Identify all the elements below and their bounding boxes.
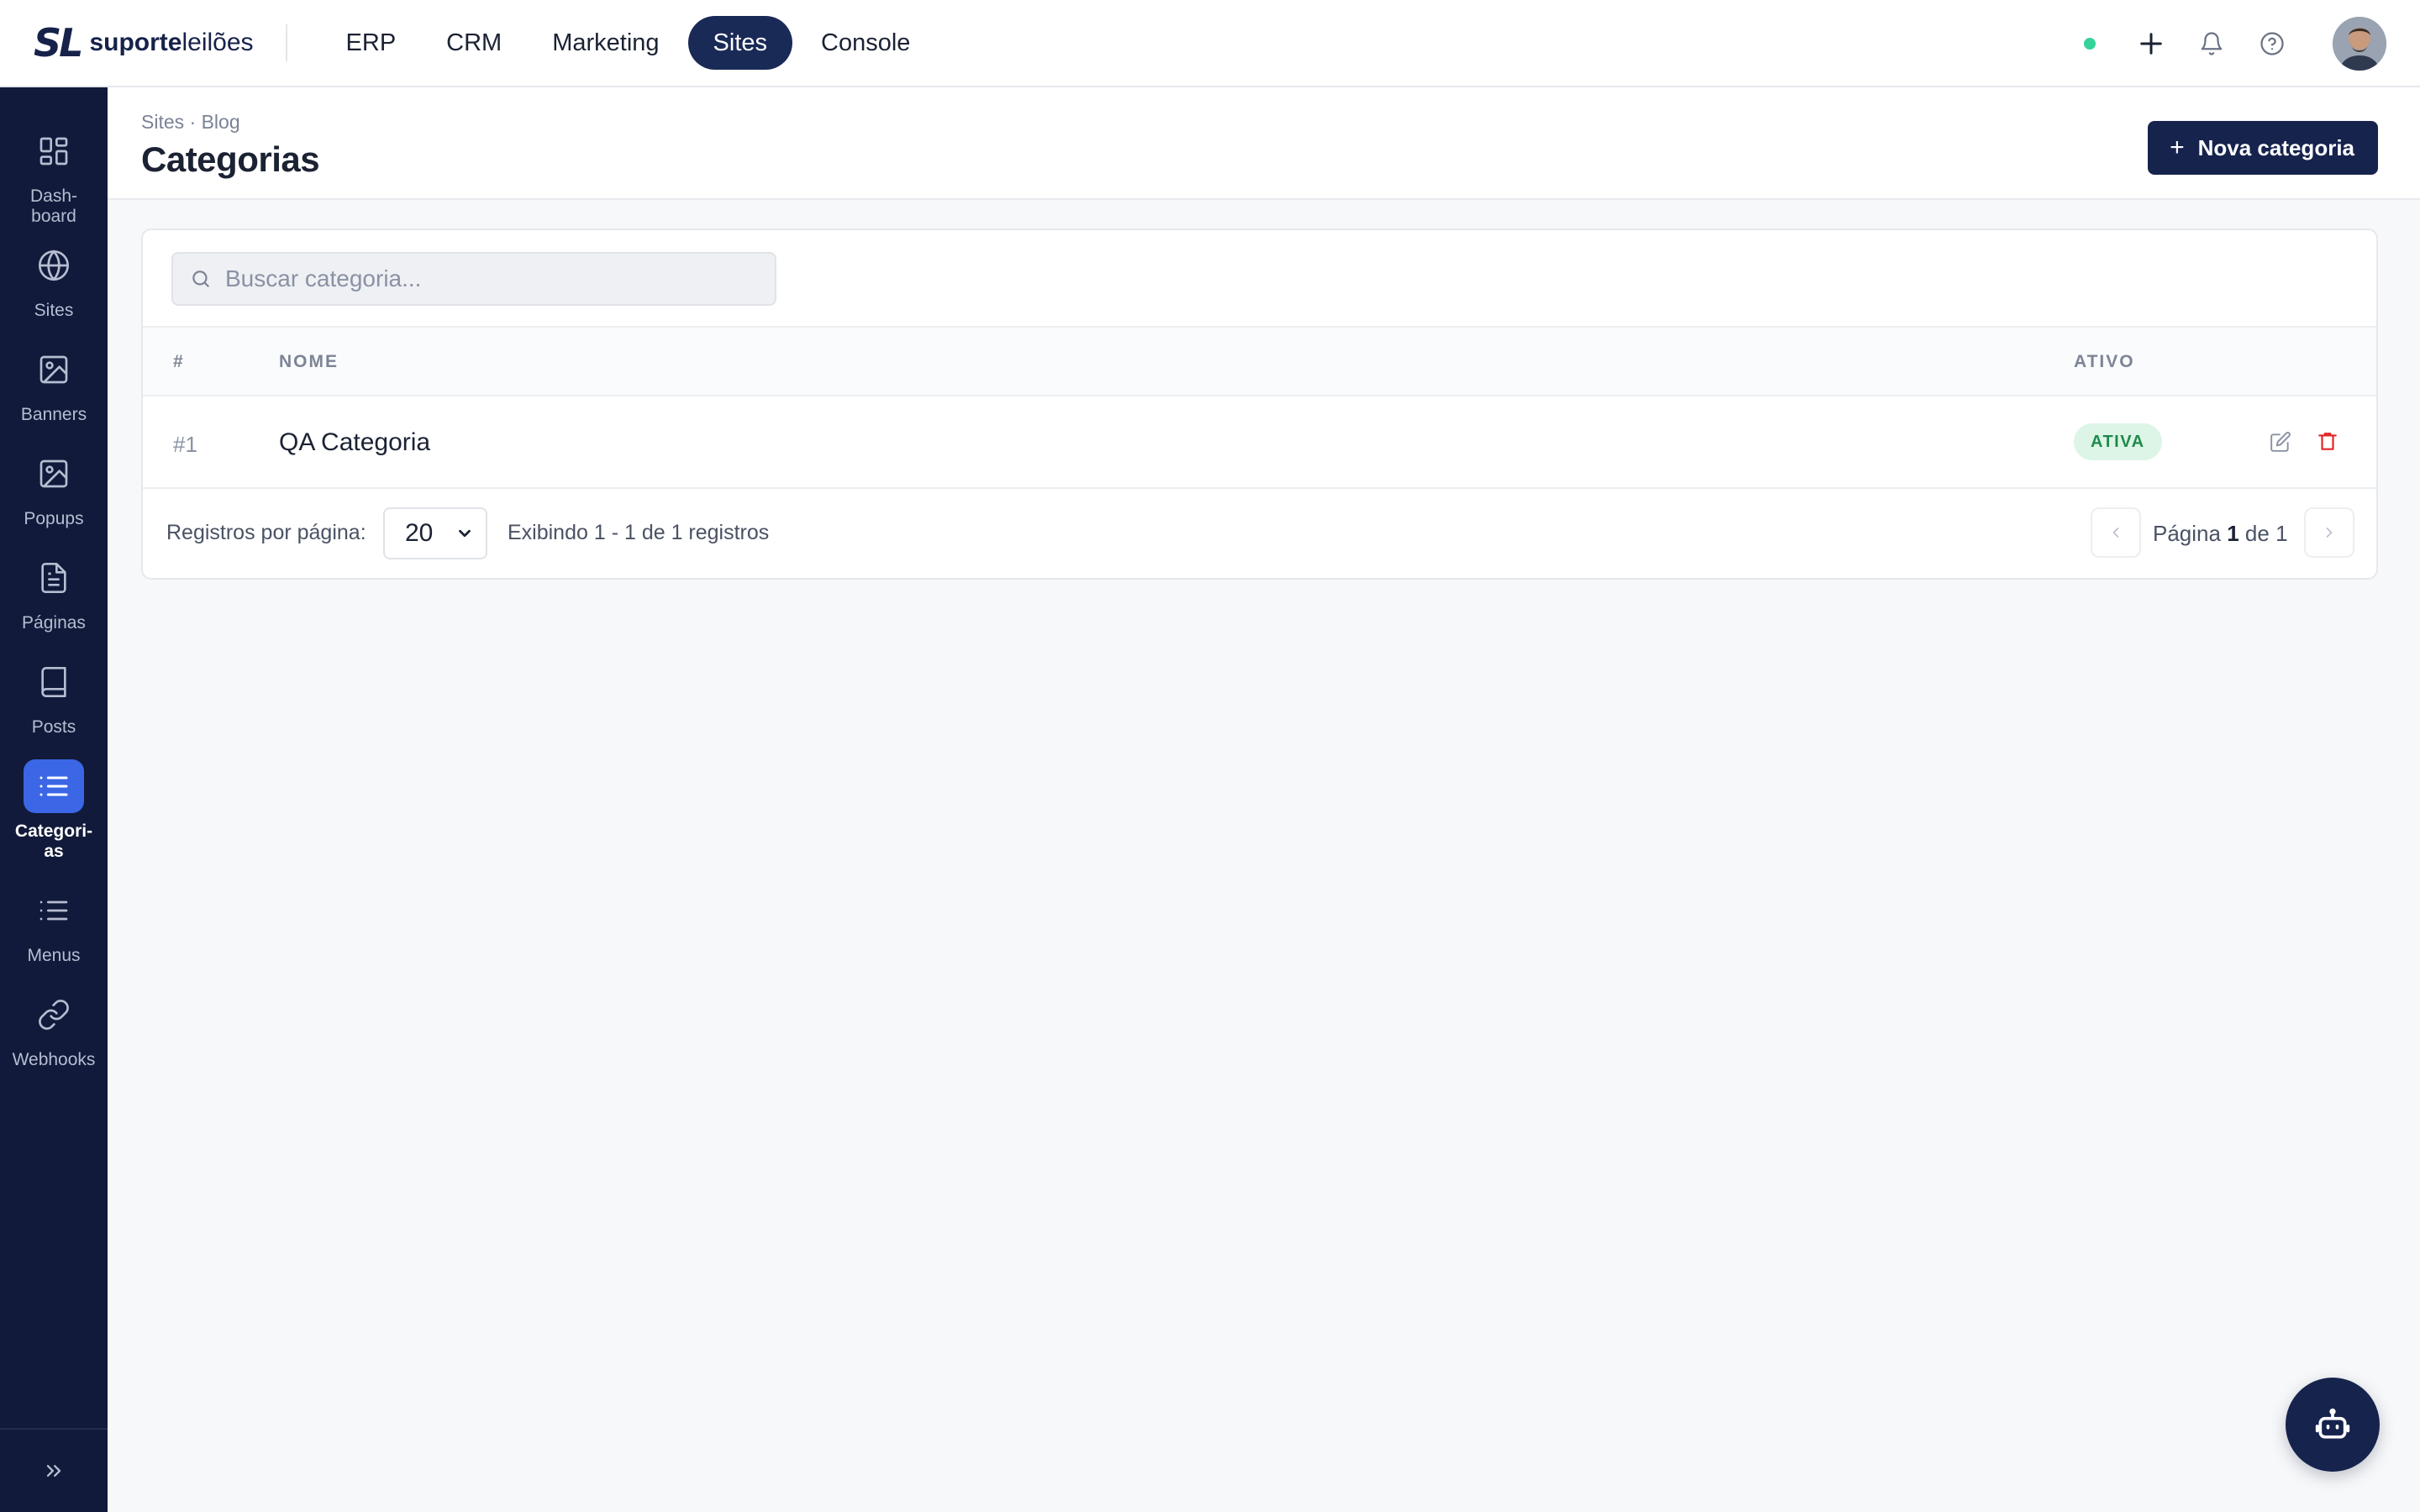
column-id: # — [173, 352, 185, 371]
sidebar-item-popups[interactable]: Popups — [0, 447, 108, 529]
top-nav: ERP CRM Marketing Sites Console — [321, 16, 936, 70]
per-page-value: 20 — [405, 519, 434, 547]
sidebar: Dash- board Sites Banners Popups Páginas… — [0, 87, 108, 1512]
sidebar-label-paginas: Páginas — [22, 613, 86, 633]
robot-icon — [2314, 1406, 2351, 1443]
avatar[interactable] — [2333, 17, 2386, 71]
new-category-label: Nova categoria — [2197, 134, 2354, 160]
delete-icon[interactable] — [2314, 428, 2341, 455]
sidebar-label-posts: Posts — [31, 717, 76, 737]
chevron-right-icon — [2321, 524, 2338, 541]
page-title: Categorias — [141, 139, 320, 179]
edit-icon[interactable] — [2267, 428, 2294, 455]
sidebar-label-sites: Sites — [34, 301, 74, 320]
topnav-sites[interactable]: Sites — [687, 16, 793, 70]
sidebar-collapse-button[interactable] — [0, 1428, 108, 1512]
sidebar-item-sites[interactable]: Sites — [0, 239, 108, 321]
sidebar-item-banners[interactable]: Banners — [0, 343, 108, 425]
topnav-marketing[interactable]: Marketing — [527, 16, 684, 70]
plus-icon: + — [2170, 134, 2185, 161]
logo-mark: SL — [34, 20, 83, 66]
per-page-select[interactable]: 20 — [383, 507, 487, 559]
sidebar-label-dashboard: Dash- board — [29, 186, 78, 226]
sidebar-item-paginas[interactable]: Páginas — [0, 551, 108, 633]
table-footer: Registros por página: 20 Exibindo 1 - 1 … — [143, 489, 2376, 578]
globe-icon — [24, 239, 84, 292]
topnav-console[interactable]: Console — [796, 16, 935, 70]
divider — [285, 24, 287, 61]
link-icon — [24, 988, 84, 1042]
next-page-button[interactable] — [2304, 507, 2354, 558]
status-indicator — [2084, 38, 2096, 50]
page-header: Sites · Blog Categorias + Nova categoria — [108, 87, 2420, 200]
top-bar: SL suporteleilões ERP CRM Marketing Site… — [0, 0, 2420, 87]
categories-card: # NOME ATIVO #1 QA Categoria ATIVA Regis… — [141, 228, 2378, 580]
prev-page-button[interactable] — [2091, 507, 2141, 558]
bell-icon[interactable] — [2193, 25, 2230, 62]
sidebar-label-categorias: Categori- as — [14, 822, 93, 861]
logo-text: suporteleilões — [89, 29, 254, 56]
sidebar-label-webhooks: Webhooks — [12, 1050, 96, 1069]
breadcrumb[interactable]: Sites · Blog — [141, 111, 240, 134]
search-field[interactable] — [171, 252, 776, 306]
topnav-crm[interactable]: CRM — [421, 16, 527, 70]
sidebar-item-menus[interactable]: Menus — [0, 884, 108, 966]
column-active[interactable]: ATIVO — [2074, 352, 2135, 372]
image-icon — [24, 343, 84, 396]
sidebar-label-popups: Popups — [24, 509, 84, 528]
sidebar-item-dashboard[interactable]: Dash- board — [0, 124, 108, 227]
dashboard-icon — [24, 124, 84, 178]
per-page-label: Registros por página: — [166, 521, 366, 544]
sidebar-label-menus: Menus — [27, 946, 81, 965]
chevron-left-icon — [2107, 524, 2124, 541]
column-name[interactable]: NOME — [279, 352, 339, 372]
row-name: QA Categoria — [279, 428, 431, 456]
page-indicator: Página 1 de 1 — [2153, 521, 2288, 546]
help-icon[interactable] — [2254, 25, 2291, 62]
row-id: #1 — [173, 432, 197, 457]
image-icon — [24, 447, 84, 501]
sidebar-label-banners: Banners — [20, 405, 87, 424]
records-summary: Exibindo 1 - 1 de 1 registros — [508, 521, 770, 544]
top-right-actions — [2084, 0, 2386, 87]
assistant-fab-button[interactable] — [2286, 1378, 2380, 1472]
sidebar-item-webhooks[interactable]: Webhooks — [0, 988, 108, 1070]
book-icon — [24, 655, 84, 709]
sidebar-item-posts[interactable]: Posts — [0, 655, 108, 738]
list-icon — [24, 884, 84, 937]
logo[interactable]: SL suporteleilões — [34, 0, 254, 87]
list-icon — [24, 759, 84, 813]
status-badge: ATIVA — [2074, 423, 2162, 460]
chevrons-right-icon — [42, 1459, 66, 1483]
table-row[interactable]: #1 QA Categoria ATIVA — [143, 396, 2376, 489]
file-icon — [24, 551, 84, 605]
new-category-button[interactable]: + Nova categoria — [2148, 121, 2378, 175]
chevron-down-icon — [455, 524, 474, 543]
topnav-erp[interactable]: ERP — [321, 16, 422, 70]
sidebar-item-categorias[interactable]: Categori- as — [0, 759, 108, 862]
table-header: # NOME ATIVO — [143, 326, 2376, 396]
search-icon — [190, 268, 212, 290]
plus-icon[interactable] — [2133, 25, 2170, 62]
search-input[interactable] — [225, 265, 729, 292]
